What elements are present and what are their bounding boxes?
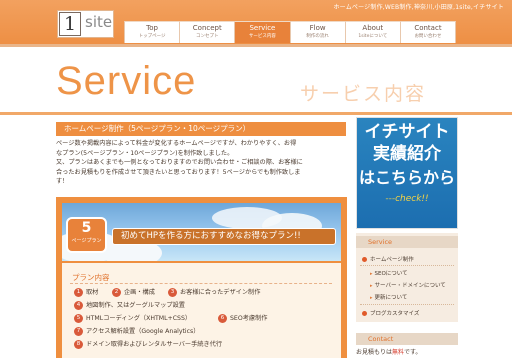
promo-line: イチサイト (364, 122, 450, 142)
nav-item-about[interactable]: About 1siteについて (345, 21, 401, 43)
item-number: 8 (74, 339, 83, 349)
plan-item: 5 HTMLコーディング（XHTML+CSS） (74, 313, 191, 323)
sidebar-contact-heading: Contact (356, 333, 458, 345)
plan-item: 7 アクセス解析設置（Google Analytics） (74, 326, 199, 336)
contact-note: お見積もりは無料です。 (356, 347, 421, 356)
divider (360, 304, 454, 305)
page-subtitle: サービス内容 (300, 83, 427, 105)
item-text: ドメイン取得およびレンタルサーバー手続き代行 (86, 341, 223, 348)
item-number: 7 (74, 326, 83, 336)
plan-divider (70, 283, 332, 284)
intro-line: ページ数や掲載内容によって料金が変化するホームページですが、わかりやすく、お得 (56, 140, 297, 147)
item-number: 2 (112, 287, 121, 297)
site-logo[interactable]: 1 site (57, 10, 114, 38)
sidebar-heading: Service (356, 236, 458, 248)
plan-item: 3 お客様に合ったデザイン制作 (168, 287, 260, 297)
plan-banner: 初めてHPを作る方におすすめなお得なプラン!! (112, 228, 336, 245)
nav-sublabel: サービス内容 (248, 34, 276, 39)
nav-sublabel: 制作の流れ (306, 34, 329, 39)
nav-label: Service (249, 24, 276, 32)
intro-text: ページ数や掲載内容によって料金が変化するホームページですが、わかりやすく、お得 … (56, 139, 346, 187)
item-text: 企画・構成 (124, 289, 155, 296)
item-text: お客様に合ったデザイン制作 (180, 289, 261, 296)
nav-label: Top (146, 24, 158, 32)
logo-mark: 1 (59, 12, 81, 36)
nav-item-concept[interactable]: Concept コンセプト (180, 21, 236, 43)
plan-item: 2 企画・構成 (112, 287, 155, 297)
item-number: 1 (74, 287, 83, 297)
promo-line: はこちらから (358, 168, 455, 187)
logo-word: site (85, 13, 113, 31)
plan-item: 1 取材 (74, 287, 98, 297)
link-label: SEOについて (374, 271, 408, 277)
main-nav: Top トップページ Concept コンセプト Service サービス内容 … (124, 21, 457, 43)
nav-item-service[interactable]: Service サービス内容 (235, 21, 291, 43)
link-label: 更新について (374, 295, 408, 301)
link-label: サーバー・ドメインについて (374, 283, 446, 289)
sidebar-link-seo[interactable]: ▸ SEOについて (370, 269, 408, 277)
sidebar-link-homepage[interactable]: ホームページ制作 (362, 255, 414, 263)
site-tagline: ホームページ制作,WEB制作,神奈川,小田原,1site,イチサイト (333, 4, 504, 11)
nav-sublabel: トップページ (138, 34, 166, 39)
page-title: Service (56, 59, 197, 103)
arrow-icon: ▸ (370, 271, 373, 277)
nav-label: Flow (309, 24, 326, 32)
bullet-icon (362, 257, 367, 262)
item-text: アクセス解析設置（Google Analytics） (86, 328, 200, 335)
arrow-icon: ▸ (370, 283, 373, 289)
plan-item: 4 地図制作、又はグーグルマップ設置 (74, 300, 185, 310)
divider (360, 265, 454, 266)
nav-sublabel: 1siteについて (358, 34, 388, 39)
item-number: 3 (168, 287, 177, 297)
plan-item: 8 ドメイン取得およびレンタルサーバー手続き代行 (74, 339, 222, 349)
nav-sublabel: コンセプト (196, 34, 219, 39)
sidebar-link-server-domain[interactable]: ▸ サーバー・ドメインについて (370, 281, 446, 289)
plan-badge: 5 ページプラン (66, 217, 107, 253)
link-label: ブログカスタマイズ (370, 311, 420, 317)
note-free: 無料 (392, 349, 405, 356)
nav-item-flow[interactable]: Flow 制作の流れ (290, 21, 346, 43)
nav-item-contact[interactable]: Contact お問い合わせ (400, 21, 457, 43)
sidebar-link-update[interactable]: ▸ 更新について (370, 293, 407, 301)
link-label: ホームページ制作 (370, 257, 414, 263)
arrow-icon: ▸ (370, 295, 373, 301)
badge-number: 5 (81, 220, 92, 236)
intro-line: なプラン(5ページプラン・10ページプラン)を制作致しました。 (56, 149, 234, 157)
intro-line: す！ (56, 178, 69, 185)
section-title: ホームページ制作（5ページプラン・10ページプラン） (56, 122, 346, 136)
nav-label: About (362, 24, 384, 32)
item-text: 取材 (86, 289, 99, 296)
item-number: 4 (74, 300, 83, 310)
plan-heading: プラン内容 (72, 273, 110, 282)
item-text: 地図制作、又はグーグルマップ設置 (86, 302, 185, 309)
note-text: です。 (404, 349, 422, 356)
item-text: HTMLコーディング（XHTML+CSS） (86, 315, 192, 322)
nav-item-top[interactable]: Top トップページ (124, 21, 181, 43)
item-number: 6 (218, 313, 227, 323)
promo-check: ---check!! (385, 194, 429, 204)
nav-label: Contact (414, 24, 442, 32)
promo-line: 実績紹介 (373, 144, 441, 164)
nav-sublabel: お問い合わせ (414, 34, 442, 39)
intro-line: 又、プランはあくまでも一例となっておりますのでお問い合わせ・ご相談の際、お客様に (56, 159, 303, 166)
item-text: SEO考慮制作 (230, 315, 268, 322)
item-number: 5 (74, 313, 83, 323)
note-text: お見積もりは (356, 349, 393, 356)
nav-label: Concept (192, 24, 222, 32)
intro-line: 合ったお見積もりを作成させて頂きたいと思っております！5ページからでも制作致しま (56, 168, 301, 176)
bullet-icon (362, 311, 367, 316)
plan-item: 6 SEO考慮制作 (218, 313, 267, 323)
sidebar-link-blog[interactable]: ブログカスタマイズ (362, 309, 419, 317)
hero-rule (0, 112, 512, 115)
works-promo-banner[interactable]: イチサイト 実績紹介 はこちらから ---check!! (356, 117, 458, 229)
badge-label: ページプラン (71, 238, 102, 244)
